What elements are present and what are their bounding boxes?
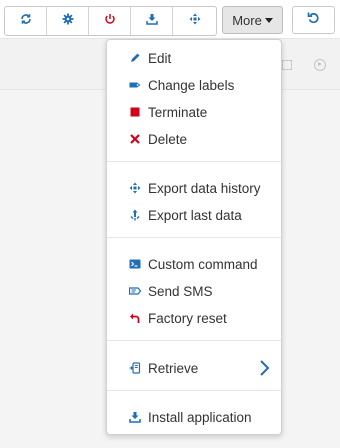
menu-item-retrieve[interactable]: Retrieve <box>107 355 281 381</box>
sync-icon <box>20 12 32 30</box>
caret-down-icon <box>264 18 273 23</box>
menu-item-terminate[interactable]: Terminate <box>107 99 281 125</box>
menu-item-send-sms[interactable]: Send SMS <box>107 278 281 304</box>
more-dropdown-button[interactable]: More <box>222 6 283 34</box>
export-single-icon <box>128 208 142 222</box>
retrieve-icon <box>128 361 142 375</box>
sms-icon <box>128 284 142 298</box>
menu-item-label: Change labels <box>148 77 235 93</box>
pencil-icon <box>128 51 142 65</box>
undo-button[interactable] <box>292 6 335 34</box>
gear-icon <box>62 12 74 30</box>
power-icon <box>104 12 116 30</box>
menu-divider <box>107 161 281 162</box>
menu-item-export-last-data[interactable]: Export last data <box>107 202 281 228</box>
expand-icon[interactable] <box>282 60 292 70</box>
menu-item-label: Terminate <box>148 104 208 120</box>
power-button[interactable] <box>89 7 131 35</box>
menu-divider <box>107 390 281 391</box>
menu-item-export-data-history[interactable]: Export data history <box>107 175 281 201</box>
menu-divider <box>107 340 281 341</box>
menu-item-install-application[interactable]: Install application <box>107 404 281 430</box>
terminal-icon <box>128 257 142 271</box>
top-toolbar: More <box>0 0 340 39</box>
download-icon <box>145 12 158 30</box>
more-dropdown-menu: Edit Change labels Terminate Delete Expo… <box>106 39 282 435</box>
cross-icon <box>128 132 142 146</box>
menu-item-label: Export last data <box>148 207 242 223</box>
download-button[interactable] <box>131 7 173 35</box>
menu-item-label: Delete <box>148 131 188 147</box>
install-icon <box>128 410 142 424</box>
menu-item-label: Retrieve <box>148 360 199 376</box>
play-circle-icon[interactable] <box>314 59 326 71</box>
menu-item-label: Edit <box>148 50 172 66</box>
stop-square-icon <box>128 105 142 119</box>
reset-arrow-icon <box>128 311 142 325</box>
menu-item-factory-reset[interactable]: Factory reset <box>107 305 281 331</box>
menu-item-label: Send SMS <box>148 283 213 299</box>
undo-icon <box>307 11 320 29</box>
chevron-right-icon <box>257 359 271 377</box>
sync-button[interactable] <box>5 7 47 35</box>
export-arrows-icon <box>128 181 142 195</box>
menu-divider <box>107 237 281 238</box>
configure-button[interactable] <box>47 7 89 35</box>
action-button-group <box>4 6 217 36</box>
menu-item-label: Export data history <box>148 180 261 196</box>
menu-item-delete[interactable]: Delete <box>107 126 281 152</box>
menu-item-change-labels[interactable]: Change labels <box>107 72 281 98</box>
menu-item-custom-command[interactable]: Custom command <box>107 251 281 277</box>
tag-icon <box>128 78 142 92</box>
menu-item-label: Install application <box>148 409 252 425</box>
move-arrows-icon <box>189 12 201 30</box>
menu-item-edit[interactable]: Edit <box>107 45 281 71</box>
menu-item-label: Custom command <box>148 256 258 272</box>
move-button[interactable] <box>173 7 216 35</box>
more-label: More <box>232 12 262 28</box>
menu-item-label: Factory reset <box>148 310 227 326</box>
